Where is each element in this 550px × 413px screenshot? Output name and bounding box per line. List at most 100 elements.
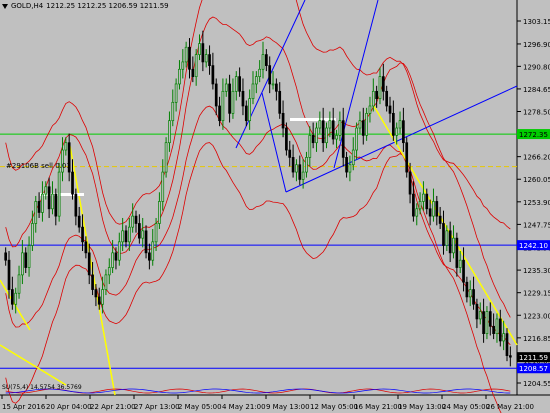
candle-body [228,83,231,114]
candle-body [248,98,251,122]
candle-body [244,105,248,122]
dropdown-icon[interactable] [2,3,8,9]
candle-body [4,252,8,261]
candle-body [71,171,74,195]
candle-body [87,252,91,276]
price-tick-label: 1216.85 [523,335,550,343]
candle-body [201,43,205,63]
price-tick-label: 1247.75 [523,221,550,229]
candle-body [11,289,14,305]
candle-body [171,101,175,122]
candle-body [435,201,439,217]
candle-body [305,157,308,173]
candle-body [64,142,68,151]
ohlc-values: 1212.25 1212.25 1206.59 1211.59 [46,2,169,10]
candle-body [117,241,121,261]
candle-body [234,76,238,92]
candle-body [127,226,131,243]
candle-body [198,43,201,55]
candle-body [124,230,128,243]
price-tick-label: 1253.90 [523,199,550,207]
time-tick-label: 22 Apr 21:00 [90,403,136,411]
time-tick-label: 19 May 13:00 [398,403,446,411]
candle-body [184,46,188,63]
candle-body [131,215,135,228]
time-tick-label: 15 Apr 2016 [2,403,46,411]
time-tick-label: 12 May 05:00 [310,403,358,411]
price-chart[interactable]: 1303.15 1296.90 1290.80 1284.65 1278.50 1272.… [0,0,550,413]
candle-body [371,90,375,107]
candle-body [365,112,368,136]
candle-body [492,325,495,334]
candle-body [254,76,258,85]
candle-body [341,120,345,158]
candle-body [111,252,114,268]
candle-body [472,289,475,305]
candle-body [114,252,118,261]
candle-body [77,215,81,228]
candle-body [144,230,148,254]
time-tick-label: 20 Apr 04:00 [46,403,92,411]
candle-body [24,252,28,268]
candle-body [181,61,185,70]
candle-body [482,311,485,334]
candle-body [498,318,502,342]
green-level-tag: 1272.35 [519,131,548,139]
price-tick-label: 1303.15 [523,18,550,26]
candle-body [164,142,168,173]
order-label[interactable]: #29106B sell 0.01 [6,162,71,170]
candle-body [174,83,178,103]
candle-body [321,120,325,144]
candle-body [258,68,262,77]
candle-body [348,164,352,173]
candle-body [84,241,88,254]
candle-body [101,289,104,305]
candle-body [81,226,84,243]
candle-body [295,164,298,173]
candle-body [74,193,78,217]
candle-body [138,223,141,239]
candle-body [405,142,409,173]
candle-body [134,215,138,224]
candle-body [94,289,98,298]
candle-body [57,171,61,217]
candle-body [428,208,432,217]
candle-body [458,259,462,268]
candle-body [221,90,225,122]
price-tick-label: 1284.65 [523,86,550,94]
candle-body [378,76,382,100]
price-tick-label: 1223.00 [523,312,550,320]
candle-body [335,135,338,140]
candle-body [425,193,429,210]
candle-body [54,193,58,217]
candle-body [241,90,245,107]
candle-body [188,46,191,70]
candle-body [231,90,235,114]
candle-body [432,201,435,217]
candle-body [452,237,455,254]
candle-body [475,303,479,320]
blue-low-level-tag: 1208.57 [519,365,548,373]
candle-body [154,223,158,243]
candle-body [488,311,492,327]
candle-body [505,333,509,356]
candle-body [328,120,332,129]
price-tick-label: 1204.55 [523,380,550,388]
candle-body [238,76,241,92]
candle-body [398,120,402,129]
candle-body [44,186,48,195]
candle-body [408,171,412,195]
candle-body [158,201,161,224]
candle-body [37,201,41,213]
candle-body [275,83,278,92]
candle-body [442,223,445,246]
candle-body [34,201,38,224]
candle-body [325,127,328,144]
candle-body [495,318,499,334]
candle-body [388,105,392,114]
candle-body [21,252,24,276]
candle-body [368,105,372,114]
candle-body [308,135,312,158]
candle-body [485,311,489,334]
candle-body [285,127,288,151]
